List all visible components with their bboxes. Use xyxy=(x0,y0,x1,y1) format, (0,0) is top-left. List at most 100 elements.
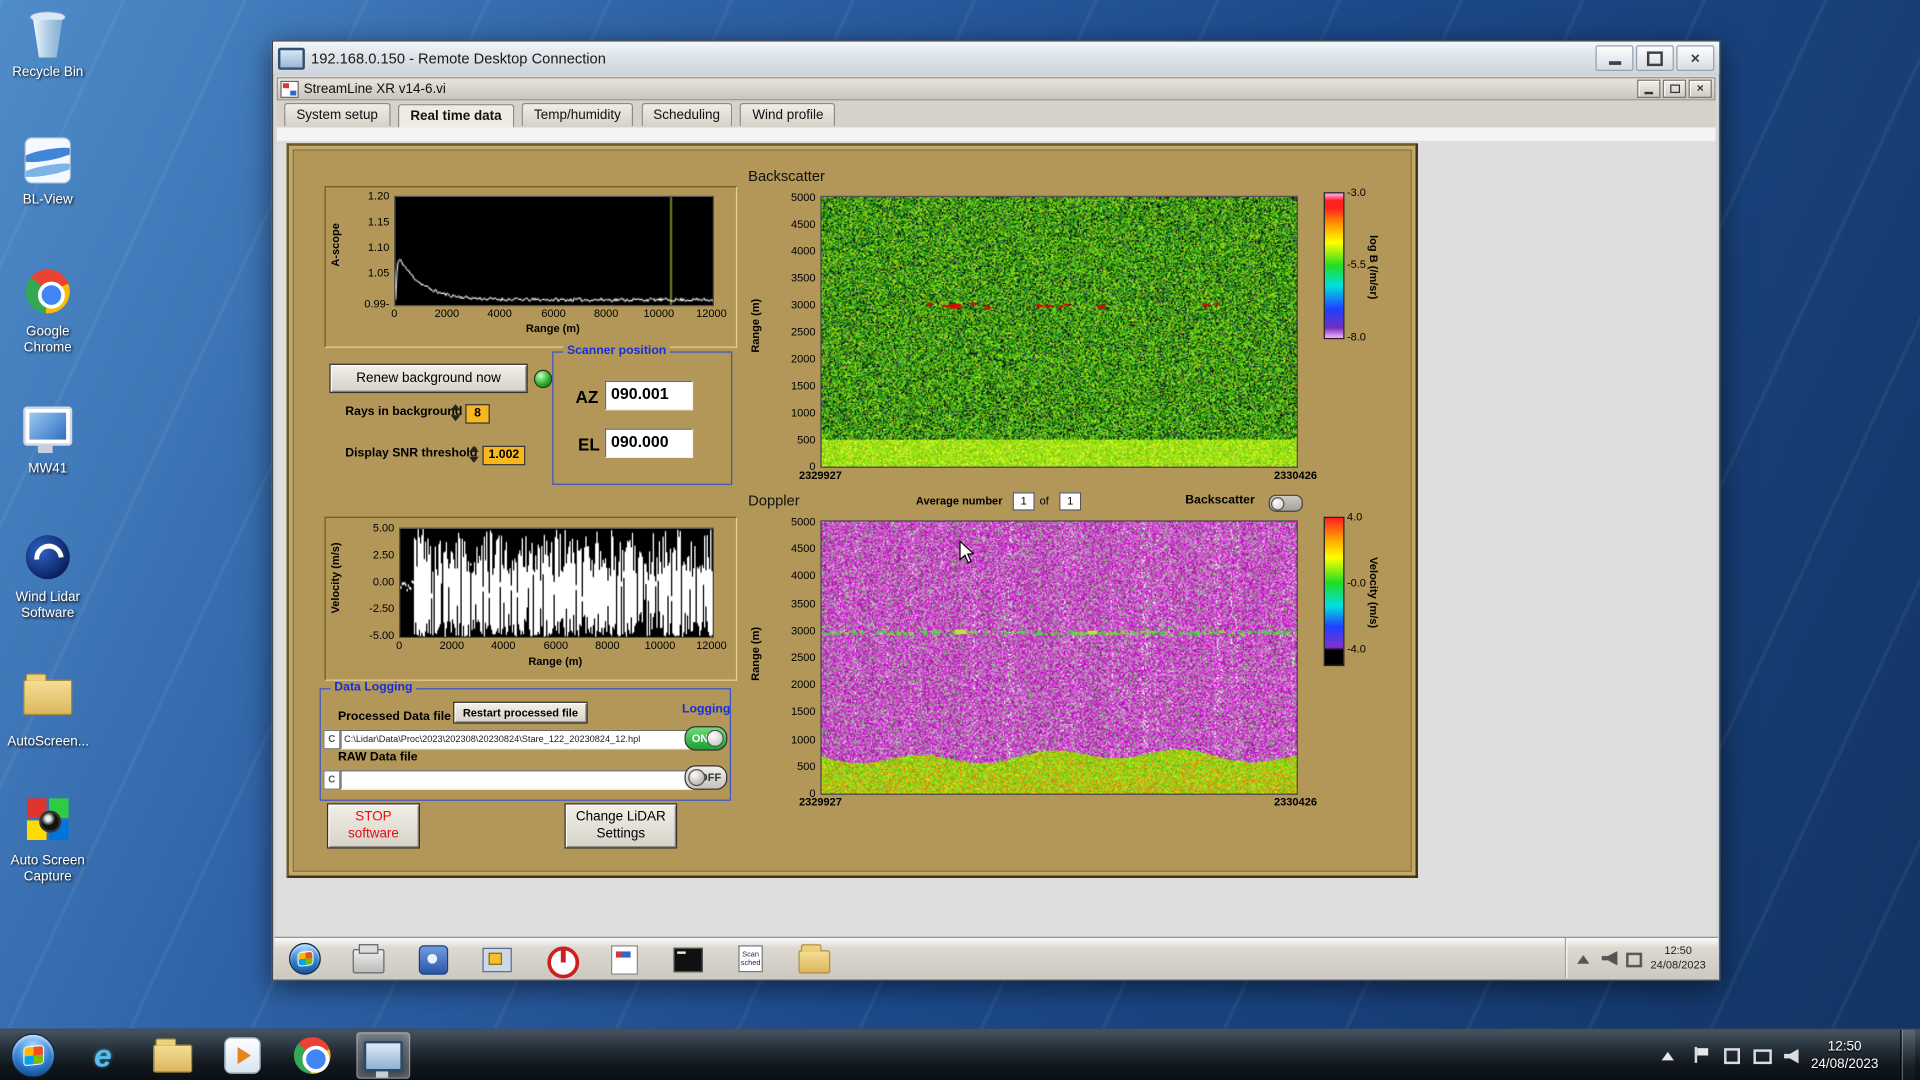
taskbar-internet-explorer[interactable]: e xyxy=(77,1033,128,1077)
mw41-icon xyxy=(22,406,73,458)
rdp-maximize-button[interactable] xyxy=(1635,45,1674,72)
desktop-icon-google-chrome[interactable]: Google Chrome xyxy=(7,269,88,355)
desktop-icon-recycle-bin[interactable]: Recycle Bin xyxy=(7,10,88,81)
taskbar-clock[interactable]: 12:50 24/08/2023 xyxy=(1811,1038,1878,1073)
tabstrip: System setup Real time data Temp/humidit… xyxy=(276,100,1716,130)
xp-document-icon[interactable] xyxy=(607,942,639,975)
snr-spinner[interactable] xyxy=(468,445,479,463)
tick-label: 4500 xyxy=(790,217,816,231)
tick-label: 10000 xyxy=(643,307,675,320)
app-titlebar[interactable]: StreamLine XR v14-6.vi × xyxy=(276,77,1716,101)
printer-icon[interactable] xyxy=(352,942,385,974)
renew-background-button[interactable]: Renew background now xyxy=(329,363,528,394)
rdp-minimize-button[interactable] xyxy=(1595,45,1634,72)
remote-show-hidden-icons-icon[interactable] xyxy=(1577,951,1593,966)
tick-label: 0.00 xyxy=(372,575,395,588)
restart-processed-file-button[interactable]: Restart processed file xyxy=(453,701,588,724)
tab-scheduling[interactable]: Scheduling xyxy=(641,102,733,127)
remote-system-tray: 12:50 24/08/2023 xyxy=(1564,937,1718,979)
desktop-icon-autoscreen[interactable]: AutoScreen... xyxy=(7,667,89,750)
scan-sched-label: Scan sched xyxy=(738,944,763,972)
tab-temp-humidity[interactable]: Temp/humidity xyxy=(521,102,634,127)
rdp-titlebar[interactable]: 192.168.0.150 - Remote Desktop Connectio… xyxy=(273,41,1720,76)
processed-path-input[interactable]: C:\Lidar\Data\Proc\2023\202308\20230824\… xyxy=(340,729,694,750)
recycle-bin-icon xyxy=(22,10,73,61)
volume-icon[interactable] xyxy=(1784,1048,1799,1064)
of-label: of xyxy=(1039,494,1049,507)
tick-label: 4000 xyxy=(487,307,512,320)
el-label: EL xyxy=(577,434,600,455)
app-restore-button[interactable] xyxy=(1662,79,1687,98)
system-tray: 12:50 24/08/2023 xyxy=(1661,1029,1920,1080)
desktop-icon-label: Google Chrome xyxy=(23,324,72,355)
remote-clock-time: 12:50 xyxy=(1664,944,1692,957)
clipboard-tray-icon[interactable] xyxy=(1723,1047,1741,1065)
rdp-close-button[interactable]: × xyxy=(1676,45,1715,72)
auto-screen-capture-icon xyxy=(22,798,73,849)
tick-label: 4.0 xyxy=(1346,510,1363,523)
app-title: StreamLine XR v14-6.vi xyxy=(303,81,446,97)
desktop-icon-wind-lidar[interactable]: Wind Lidar Software xyxy=(7,535,88,621)
az-value[interactable]: 090.001 xyxy=(604,380,694,411)
rdp-window-title: 192.168.0.150 - Remote Desktop Connectio… xyxy=(311,49,606,67)
processed-drive-button[interactable]: C xyxy=(323,729,341,750)
remote-clock-date: 24/08/2023 xyxy=(1650,958,1706,971)
settings-line2: Settings xyxy=(596,825,646,841)
raw-logging-toggle[interactable]: OFF xyxy=(684,765,728,790)
start-button[interactable] xyxy=(7,1033,58,1078)
tick-label: 500 xyxy=(797,760,816,773)
taskbar-chrome[interactable] xyxy=(287,1033,338,1077)
tab-system-setup[interactable]: System setup xyxy=(284,102,391,127)
desktop-icon-auto-screen-capture[interactable]: Auto Screen Capture xyxy=(7,796,88,885)
window-app-icon[interactable] xyxy=(480,942,512,974)
desktop-icon-mw41[interactable]: MW41 xyxy=(7,402,88,477)
remote-volume-icon[interactable] xyxy=(1601,950,1618,966)
app-minimize-button[interactable] xyxy=(1637,79,1661,98)
snr-value[interactable]: 1.002 xyxy=(482,445,526,466)
tab-real-time-data[interactable]: Real time data xyxy=(398,104,514,130)
blue-app-icon[interactable] xyxy=(416,942,449,975)
tick-label: 2500 xyxy=(790,325,816,338)
vi-icon xyxy=(280,80,299,98)
tick-label: 2000 xyxy=(439,639,465,652)
remote-clock[interactable]: 12:50 24/08/2023 xyxy=(1651,944,1706,972)
tick-label: 4500 xyxy=(790,542,816,555)
tick-label: 4000 xyxy=(491,639,516,652)
remote-start-orb-icon[interactable] xyxy=(288,942,321,975)
folder-app-icon[interactable] xyxy=(798,942,831,974)
rays-in-background-label: Rays in background xyxy=(345,405,463,419)
rays-spinner[interactable] xyxy=(449,404,460,422)
scan-sched-icon[interactable]: Scan sched xyxy=(735,942,767,974)
tick-label: 2329927 xyxy=(798,468,842,482)
action-center-flag-icon[interactable] xyxy=(1692,1046,1710,1064)
desktop-icon-bl-view[interactable]: BL-View xyxy=(7,137,88,208)
tick-label: -2.50 xyxy=(369,602,395,615)
stop-app-icon[interactable] xyxy=(544,942,580,978)
taskbar-media-player[interactable] xyxy=(217,1033,268,1077)
show-hidden-icons-icon[interactable] xyxy=(1661,1047,1680,1064)
tick-label: -8.0 xyxy=(1346,330,1366,343)
raw-drive-button[interactable]: C xyxy=(323,770,341,790)
console-icon[interactable] xyxy=(671,942,703,974)
average-number-value[interactable]: 1 xyxy=(1012,492,1035,511)
backscatter-title: Backscatter xyxy=(748,167,825,185)
app-close-button[interactable]: × xyxy=(1688,79,1712,98)
average-total-value[interactable]: 1 xyxy=(1059,492,1082,511)
show-desktop-button[interactable] xyxy=(1900,1029,1916,1080)
ascope-plot xyxy=(394,195,714,307)
stop-software-button[interactable]: STOP software xyxy=(326,803,421,849)
rays-value[interactable]: 8 xyxy=(465,404,490,424)
wind-lidar-icon xyxy=(22,535,73,586)
data-logging-title: Data Logging xyxy=(330,680,417,696)
taskbar-explorer[interactable] xyxy=(147,1033,198,1077)
el-value[interactable]: 090.000 xyxy=(604,428,694,458)
remote-network-icon[interactable] xyxy=(1626,951,1642,967)
tab-wind-profile[interactable]: Wind profile xyxy=(740,102,836,127)
backscatter-toggle[interactable] xyxy=(1268,494,1303,512)
raw-path-input[interactable] xyxy=(340,770,694,790)
processed-logging-toggle[interactable]: ON xyxy=(684,726,728,751)
display-tray-icon[interactable] xyxy=(1753,1047,1772,1065)
velocity-plot xyxy=(399,527,714,638)
taskbar-remote-desktop-active[interactable] xyxy=(356,1032,411,1079)
change-lidar-settings-button[interactable]: Change LiDAR Settings xyxy=(564,803,678,849)
